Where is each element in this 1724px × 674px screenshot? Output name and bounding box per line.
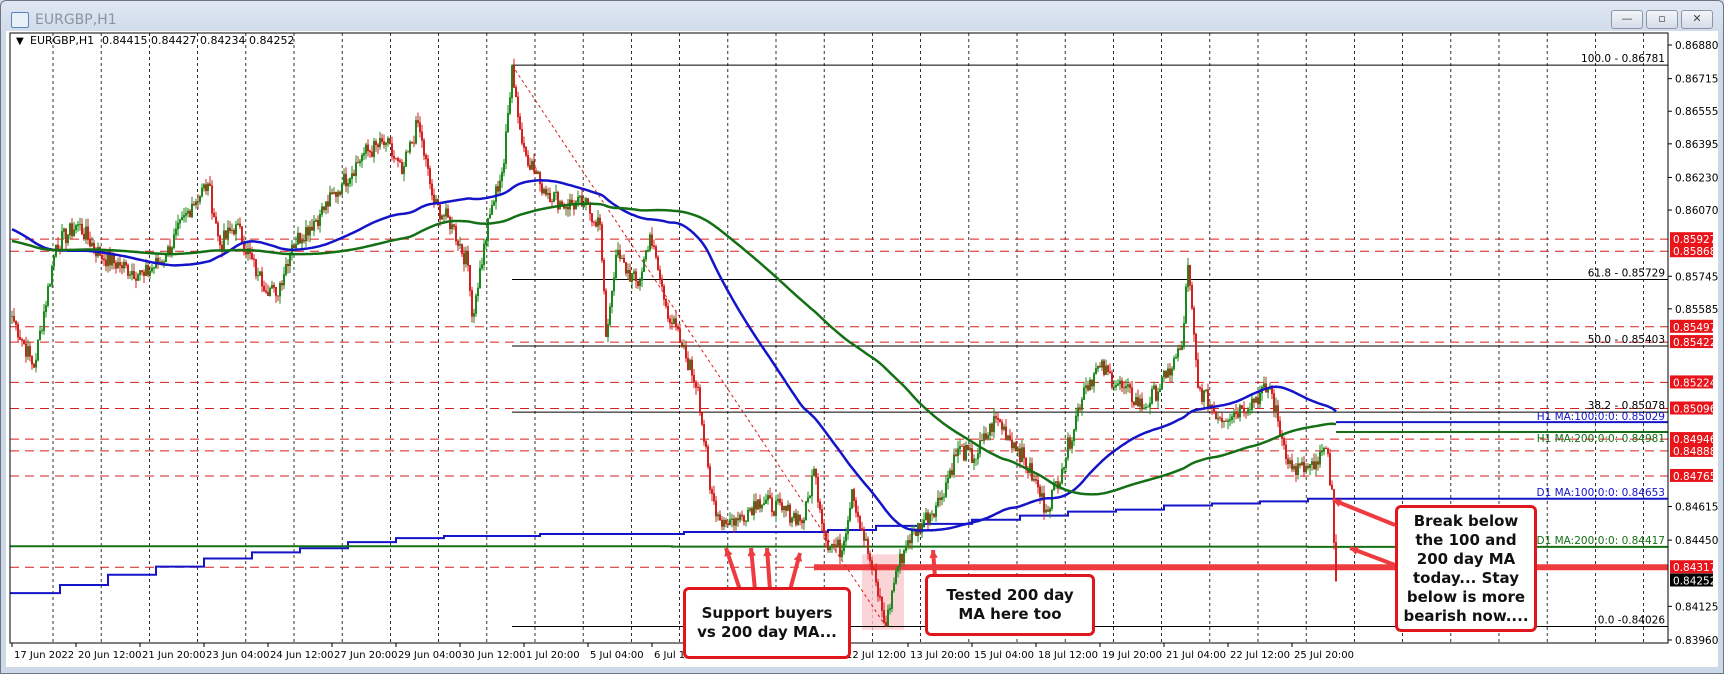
time-axis-label: 17 Jun 2022: [14, 650, 74, 661]
h1-ma100-label: H1 MA:100:0:0: 0.85029: [1537, 411, 1665, 423]
annotation-break-below: Break below the 100 and 200 day MA today…: [1395, 505, 1537, 632]
fib-label: 50.0 - 0.85403: [1588, 334, 1665, 346]
price-tag-label: 0.85224: [1673, 377, 1717, 389]
time-axis-label: 20 Jun 12:00: [78, 650, 142, 661]
price-axis-label: 0.83960: [1675, 635, 1718, 647]
price-tag-label: 0.85868: [1673, 246, 1716, 258]
maximize-button[interactable]: ▫: [1646, 10, 1678, 29]
price-tag-label: 0.85096: [1673, 404, 1717, 416]
d1-ma100-line-label: D1 MA:100:0:0: 0.84653: [1537, 487, 1665, 499]
price-tag-label: 0.84317: [1673, 562, 1716, 574]
price-axis-label: 0.85745: [1675, 271, 1718, 283]
collapse-triangle-icon[interactable]: ▼: [16, 36, 24, 47]
window-title: EURGBP,H1: [35, 12, 117, 28]
symbol-label: EURGBP,H1: [30, 34, 94, 47]
time-axis-label: 21 Jun 20:00: [142, 650, 206, 661]
price-tag-label: 0.85422: [1673, 337, 1716, 349]
fib-label: 61.8 - 0.85729: [1588, 268, 1665, 280]
time-axis-label: 18 Jul 12:00: [1038, 650, 1098, 661]
time-axis-label: 22 Jul 12:00: [1230, 650, 1290, 661]
h1-ma200-label: H1 MA:200:0:0: 0.84981: [1537, 433, 1665, 445]
annotation-support-buyers: Support buyers vs 200 day MA...: [683, 587, 851, 659]
price-axis-label: 0.86070: [1675, 205, 1718, 217]
time-axis-label: 15 Jul 04:00: [974, 650, 1034, 661]
title-bar[interactable]: EURGBP,H1: [11, 9, 117, 31]
time-axis-label: 27 Jun 20:00: [334, 650, 398, 661]
price-tag-label: 0.84888: [1673, 446, 1716, 458]
annotation-tested-200-day: Tested 200 day MA here too: [925, 574, 1095, 636]
current-price-label: 0.84252: [1673, 575, 1716, 587]
time-axis-label: 5 Jul 04:00: [590, 650, 644, 661]
fib-label: 0.0 -0.84026: [1598, 615, 1666, 627]
time-axis-label: 30 Jun 12:00: [462, 650, 526, 661]
price-axis-label: 0.84615: [1675, 502, 1718, 514]
time-axis-label: 23 Jun 04:00: [206, 650, 270, 661]
ohlc-readout: 0.84415 0.84427 0.84234 0.84252: [102, 34, 294, 47]
price-axis-label: 0.85585: [1675, 304, 1718, 316]
price-tag-label: 0.84765: [1673, 471, 1716, 483]
close-button[interactable]: ✕: [1681, 10, 1713, 29]
price-axis-label: 0.86715: [1675, 74, 1718, 86]
price-axis-label: 0.86880: [1675, 40, 1718, 52]
price-axis-label: 0.84125: [1675, 601, 1718, 613]
fib-label: 100.0 - 0.86781: [1581, 53, 1665, 65]
d1-ma200-line-label: D1 MA:200:0:0: 0.84417: [1537, 535, 1665, 547]
minimize-button[interactable]: —: [1611, 10, 1643, 29]
time-axis-label: 12 Jul 12:00: [846, 650, 906, 661]
time-axis-label: 19 Jul 20:00: [1102, 650, 1162, 661]
time-axis-label: 1 Jul 20:00: [526, 650, 580, 661]
price-axis-label: 0.86555: [1675, 106, 1718, 118]
price-axis-label: 0.86230: [1675, 172, 1718, 184]
time-axis-label: 21 Jul 04:00: [1166, 650, 1226, 661]
price-tag-label: 0.85497: [1673, 322, 1716, 334]
chart-window-icon: [11, 12, 29, 28]
time-axis-label: 29 Jun 04:00: [398, 650, 462, 661]
time-axis-label: 25 Jul 20:00: [1294, 650, 1354, 661]
price-axis-label: 0.86395: [1675, 139, 1718, 151]
time-axis-label: 13 Jul 20:00: [910, 650, 970, 661]
time-axis-label: 24 Jun 12:00: [270, 650, 334, 661]
price-axis-label: 0.84450: [1675, 535, 1718, 547]
